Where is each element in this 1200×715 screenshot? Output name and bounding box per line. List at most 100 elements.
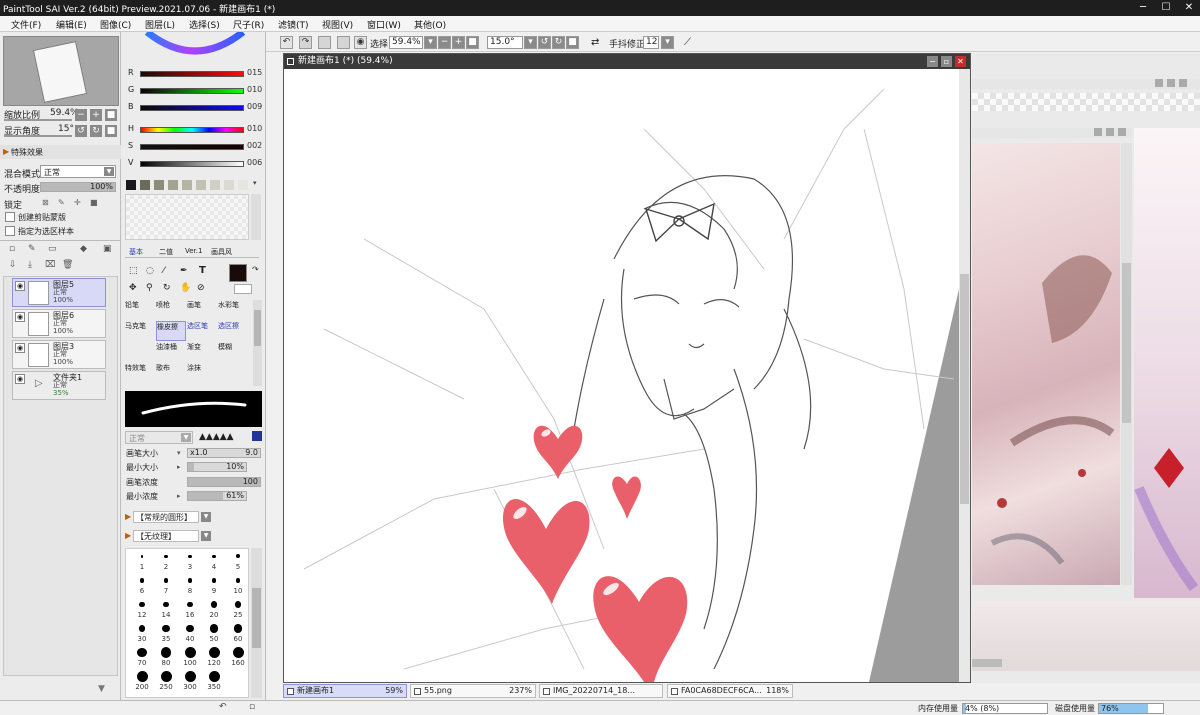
value-slider[interactable] bbox=[140, 161, 244, 167]
brush-bucket[interactable]: 油漆桶 bbox=[156, 342, 186, 362]
hand-icon[interactable]: ✋ bbox=[180, 283, 191, 293]
canvas-tab[interactable]: FA0CA68DECF6CA... 118% bbox=[667, 684, 793, 698]
effects-header[interactable]: ▶ 特殊效果 bbox=[0, 145, 121, 159]
close-button[interactable]: ✕ bbox=[1178, 0, 1200, 16]
reference-scrollbar[interactable] bbox=[972, 659, 1002, 667]
new-folder-icon[interactable]: ▭ bbox=[48, 244, 57, 254]
expand-arrow-icon[interactable]: ▶ bbox=[125, 531, 131, 540]
brush-brush[interactable]: 画笔 bbox=[187, 300, 217, 320]
ref-maximize-button[interactable] bbox=[1106, 128, 1114, 136]
zoom-in-button[interactable]: + bbox=[90, 109, 102, 121]
saturation-slider-row[interactable]: S 002 bbox=[124, 141, 264, 153]
brush-size-dot[interactable] bbox=[160, 647, 172, 658]
brush-size-dot[interactable] bbox=[187, 578, 193, 583]
brush-texture-select[interactable]: 【无纹理】 bbox=[133, 530, 199, 542]
brush-size-dot[interactable] bbox=[233, 624, 243, 633]
scroll-thumb[interactable] bbox=[1122, 263, 1131, 423]
ref-minimize-button[interactable] bbox=[1155, 79, 1163, 87]
brush-smudge[interactable]: 涂抹 bbox=[187, 363, 217, 383]
brush-tip-shapes-icon[interactable]: ▲▲▲▲▲ bbox=[199, 432, 234, 442]
zoom-icon[interactable]: ⚲ bbox=[146, 283, 153, 293]
eyedropper-icon[interactable]: ✒ bbox=[180, 266, 188, 276]
tab-ver1[interactable]: Ver.1 bbox=[185, 247, 202, 255]
value-slider-row[interactable]: V 006 bbox=[124, 158, 264, 170]
hue-slider[interactable] bbox=[140, 127, 244, 133]
text-icon[interactable]: T bbox=[199, 265, 206, 276]
undo-button[interactable]: ↶ bbox=[280, 36, 293, 49]
undo-history-icon[interactable]: ↶ bbox=[219, 702, 227, 712]
lock-paint-icon[interactable]: ✎ bbox=[58, 198, 65, 207]
brush-gradient[interactable]: 渐变 bbox=[187, 342, 217, 362]
brush-pencil[interactable]: 铅笔 bbox=[125, 300, 155, 320]
layer-item[interactable]: ◉ 图层6 正常 100% bbox=[12, 309, 106, 338]
brush-size-dot[interactable] bbox=[209, 624, 219, 633]
brush-size-dot[interactable] bbox=[160, 671, 172, 682]
brush-selection-pen[interactable]: 选区笔 bbox=[187, 321, 217, 341]
new-layer-icon[interactable]: ▫ bbox=[9, 244, 15, 254]
folder-item[interactable]: ◉ ▷ 文件夹1 正常 35% bbox=[12, 371, 106, 400]
ref-close-button[interactable] bbox=[1118, 128, 1126, 136]
brush-eraser[interactable]: 橡皮擦 bbox=[156, 321, 186, 341]
rotate-right-button[interactable]: ↻ bbox=[552, 36, 565, 49]
pen-pressure-icon[interactable]: ⟋ bbox=[684, 37, 691, 48]
tab-paint-style[interactable]: 画具风 bbox=[211, 247, 232, 257]
brush-selection-eraser[interactable]: 选区擦 bbox=[218, 321, 248, 341]
color-swatch[interactable] bbox=[140, 180, 150, 190]
brush-size-slider[interactable]: x1.0 9.0 bbox=[187, 448, 261, 458]
brush-size-dot[interactable] bbox=[234, 601, 242, 608]
color-picker-icon[interactable]: ⊘ bbox=[197, 283, 205, 293]
lock-all-icon[interactable]: ■ bbox=[90, 198, 98, 207]
pressure-icon[interactable]: ▸ bbox=[177, 492, 181, 500]
menu-filter[interactable]: 滤镜(T) bbox=[278, 18, 309, 31]
scroll-thumb[interactable] bbox=[252, 588, 261, 648]
ref-maximize-button[interactable] bbox=[1167, 79, 1175, 87]
angle-dropdown-button[interactable]: ▾ bbox=[524, 36, 537, 49]
color-swatch[interactable] bbox=[210, 180, 220, 190]
color-wheel[interactable] bbox=[141, 32, 249, 60]
brush-shape-select[interactable]: 【常规的圆形】 bbox=[133, 511, 199, 523]
brush-size-dot[interactable] bbox=[137, 647, 147, 658]
menu-image[interactable]: 图像(C) bbox=[100, 18, 131, 31]
scroll-thumb[interactable] bbox=[254, 310, 261, 346]
zoom-slider[interactable] bbox=[4, 119, 72, 121]
color-swatch[interactable] bbox=[238, 180, 248, 190]
merge-down-icon[interactable]: ⤓ bbox=[28, 260, 32, 270]
density-slider[interactable]: 100 bbox=[187, 477, 261, 487]
brush-watercolor[interactable]: 水彩笔 bbox=[218, 300, 248, 320]
menu-file[interactable]: 文件(F) bbox=[11, 18, 41, 31]
dropdown-arrow-icon[interactable]: ▼ bbox=[201, 512, 211, 522]
layer-effect-icon[interactable]: ◆ bbox=[80, 244, 87, 254]
menu-other[interactable]: 其他(O) bbox=[414, 18, 446, 31]
brush-size-dot[interactable] bbox=[210, 601, 217, 608]
zoom-reset-button[interactable]: ■ bbox=[466, 36, 479, 49]
brush-size-dot[interactable] bbox=[208, 647, 220, 658]
scroll-thumb[interactable] bbox=[960, 274, 969, 504]
zoom-in-button[interactable]: + bbox=[452, 36, 465, 49]
brush-size-dot[interactable] bbox=[184, 647, 196, 658]
red-slider[interactable] bbox=[140, 71, 244, 77]
zoom-reset-button[interactable]: ■ bbox=[105, 109, 117, 121]
selection-source-checkbox[interactable] bbox=[5, 226, 15, 236]
color-swatch[interactable] bbox=[126, 180, 136, 190]
canvas-viewport[interactable] bbox=[284, 69, 959, 682]
expand-arrow-icon[interactable]: ▶ bbox=[125, 512, 131, 521]
angle-field[interactable]: 15.0° bbox=[487, 36, 523, 49]
saturation-slider[interactable] bbox=[140, 144, 244, 150]
brush-blur[interactable]: 模糊 bbox=[218, 342, 248, 362]
transfer-down-icon[interactable]: ⇩ bbox=[9, 260, 17, 270]
brush-size-dot[interactable] bbox=[164, 554, 168, 559]
brush-size-dot[interactable] bbox=[163, 578, 169, 583]
maximize-button[interactable]: ☐ bbox=[1155, 0, 1177, 16]
swatch-menu-icon[interactable]: ▾ bbox=[253, 179, 257, 187]
eye-icon[interactable]: ◉ bbox=[15, 374, 25, 384]
menu-ruler[interactable]: 尺子(R) bbox=[233, 18, 264, 31]
navigator-preview[interactable] bbox=[3, 36, 119, 106]
brush-size-dot[interactable] bbox=[235, 554, 240, 559]
brush-size-dot[interactable] bbox=[232, 647, 244, 658]
clear-layer-icon[interactable]: ⌧ bbox=[45, 260, 55, 270]
brush-tip-selected-icon[interactable] bbox=[252, 431, 262, 441]
invert-selection-button[interactable] bbox=[337, 36, 350, 49]
delete-layer-icon[interactable]: 🗑 bbox=[62, 260, 73, 270]
tab-basic[interactable]: 基本 bbox=[129, 247, 143, 257]
zoom-field[interactable]: 59.4% bbox=[389, 36, 423, 49]
